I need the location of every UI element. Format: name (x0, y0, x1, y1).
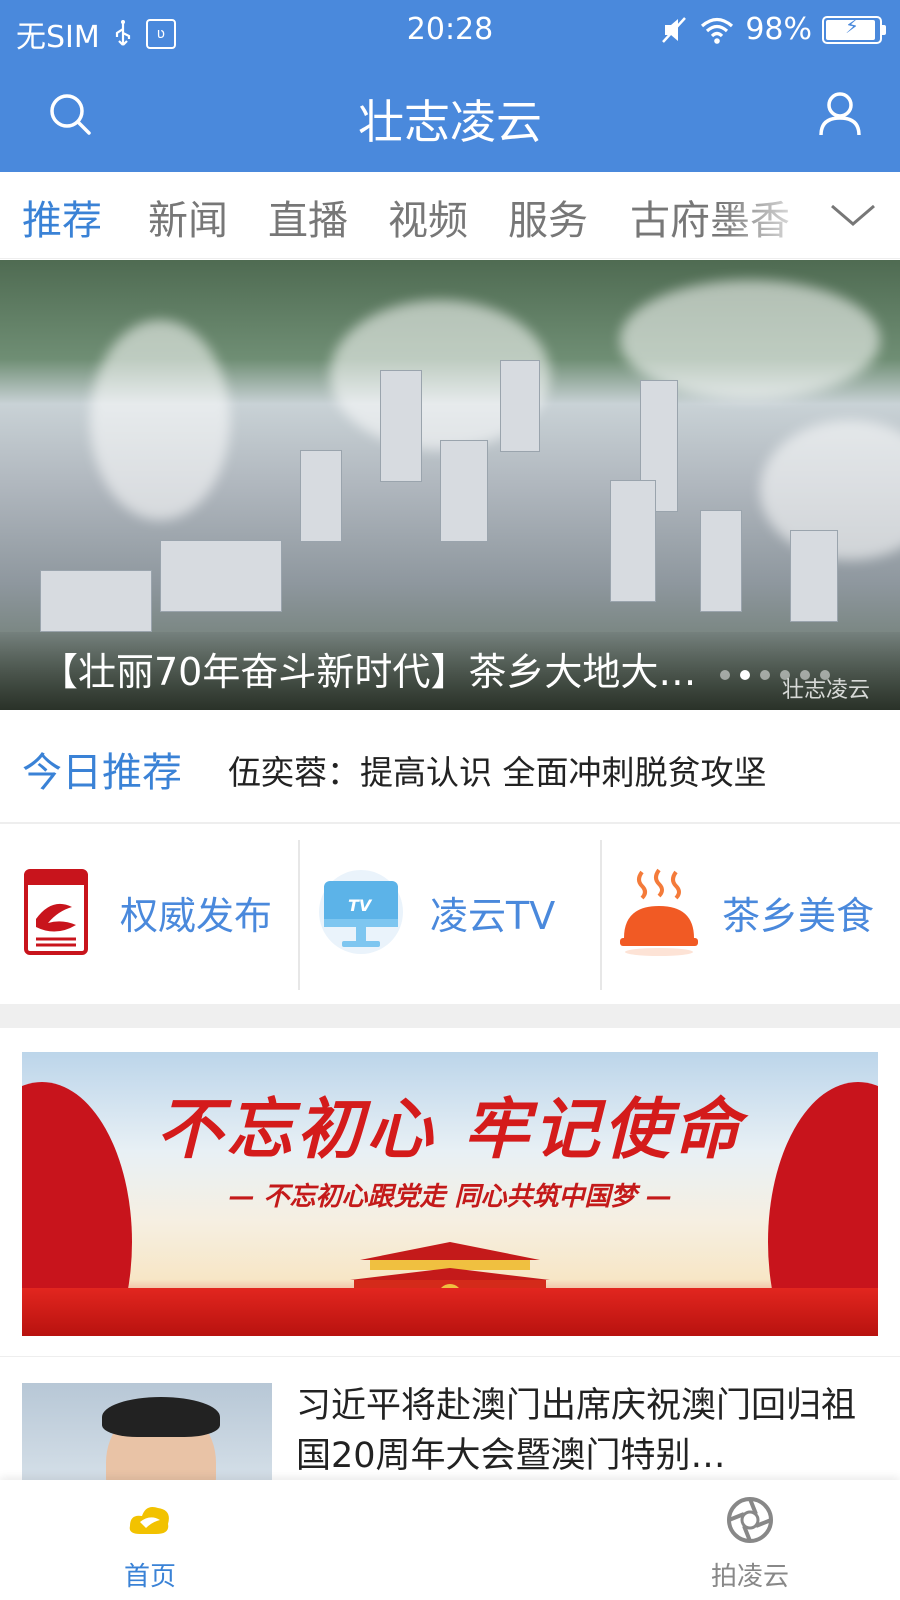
building (440, 440, 488, 542)
banner-subline: — 不忘初心跟党走 同心共筑中国梦 — (228, 1182, 672, 1212)
shortcut-food[interactable]: 茶乡美食 (618, 824, 874, 1000)
building (40, 570, 152, 632)
news-list-item[interactable]: 习近平将赴澳门出席庆祝澳门回归祖国20周年大会暨澳门特别… (0, 1356, 900, 1481)
nav-home[interactable]: 首页 (40, 1480, 260, 1600)
portrait-hair (102, 1397, 220, 1437)
authority-doc-icon (24, 869, 88, 955)
divider (298, 840, 300, 990)
building (380, 370, 422, 482)
today-recommend-row[interactable]: 今日推荐 伍奕蓉：提高认识 全面冲刺脱贫攻坚 (0, 712, 900, 824)
home-cloud-icon (129, 1507, 169, 1534)
tab-news[interactable]: 新闻 (148, 188, 228, 246)
status-bar: 无SIM ʋ 20:28 98% ⚡ (0, 0, 900, 62)
news-title: 习近平将赴澳门出席庆祝澳门回归祖国20周年大会暨澳门特别… (296, 1386, 857, 1476)
carousel-dot[interactable] (740, 670, 750, 680)
nav-home-label: 首页 (123, 1562, 176, 1592)
status-right: 98% ⚡ (659, 12, 886, 47)
charging-bolt-icon: ⚡ (844, 13, 860, 38)
tab-service[interactable]: 服务 (508, 188, 588, 246)
hero-watermark: 壮志凌云 (781, 678, 870, 703)
carousel-dot[interactable] (720, 670, 730, 680)
building (700, 510, 742, 612)
wifi-icon (701, 17, 734, 44)
today-recommend-label: 今日推荐 (22, 750, 182, 796)
shortcut-food-label: 茶乡美食 (722, 893, 875, 938)
building (500, 360, 540, 452)
carousel-dot[interactable] (760, 670, 770, 680)
shortcut-authority[interactable]: 权威发布 (22, 824, 272, 1000)
mute-icon (662, 16, 687, 43)
hero-caption[interactable]: 【壮丽70年奋斗新时代】茶乡大地大… (40, 641, 696, 696)
chevron-down-icon[interactable] (828, 190, 878, 240)
news-thumbnail (22, 1383, 272, 1481)
bottom-navigation: 首页 拍凌云 (0, 1480, 900, 1600)
battery-icon: ⚡ (822, 13, 886, 44)
section-gap (0, 1004, 900, 1028)
banner-red-base (22, 1288, 878, 1336)
food-dish-icon (620, 868, 698, 956)
nav-shoot[interactable]: 拍凌云 (640, 1480, 860, 1600)
hero-carousel[interactable]: 【壮丽70年奋斗新时代】茶乡大地大… 壮志凌云 (0, 260, 900, 710)
user-profile-icon[interactable] (816, 90, 864, 138)
building (300, 450, 342, 542)
party-banner[interactable]: 不忘初心 牢记使命 — 不忘初心跟党走 同心共筑中国梦 — (22, 1052, 878, 1336)
tab-recommend[interactable]: 推荐 (22, 188, 102, 246)
building (790, 530, 838, 622)
app-title: 壮志凌云 (358, 95, 542, 149)
tabs-fade-overlay (720, 172, 820, 258)
tv-icon: TV (319, 870, 403, 954)
building (160, 540, 282, 612)
building (610, 480, 656, 602)
divider (600, 840, 602, 990)
shortcut-tv[interactable]: TV 凌云TV (318, 824, 555, 1000)
banner-headline: 不忘初心 牢记使命 (156, 1090, 744, 1168)
aperture-icon (727, 1497, 773, 1543)
shortcut-authority-label: 权威发布 (120, 893, 273, 938)
nav-shoot-label: 拍凌云 (710, 1562, 789, 1592)
mist-cloud (90, 320, 230, 520)
shortcut-grid: 权威发布 TV 凌云TV 茶乡美食 (0, 824, 900, 1000)
battery-percent: 98% (745, 12, 812, 47)
category-tabs: 推荐 新闻 直播 视频 服务 古府墨香 (0, 172, 900, 259)
tab-live[interactable]: 直播 (268, 188, 348, 246)
tab-video[interactable]: 视频 (388, 188, 468, 246)
shortcut-tv-label: 凌云TV (430, 893, 556, 938)
tv-icon-text: TV (348, 896, 373, 915)
app-bar: 壮志凌云 (0, 62, 900, 172)
today-recommend-headline[interactable]: 伍奕蓉：提高认识 全面冲刺脱贫攻坚 (228, 746, 767, 794)
